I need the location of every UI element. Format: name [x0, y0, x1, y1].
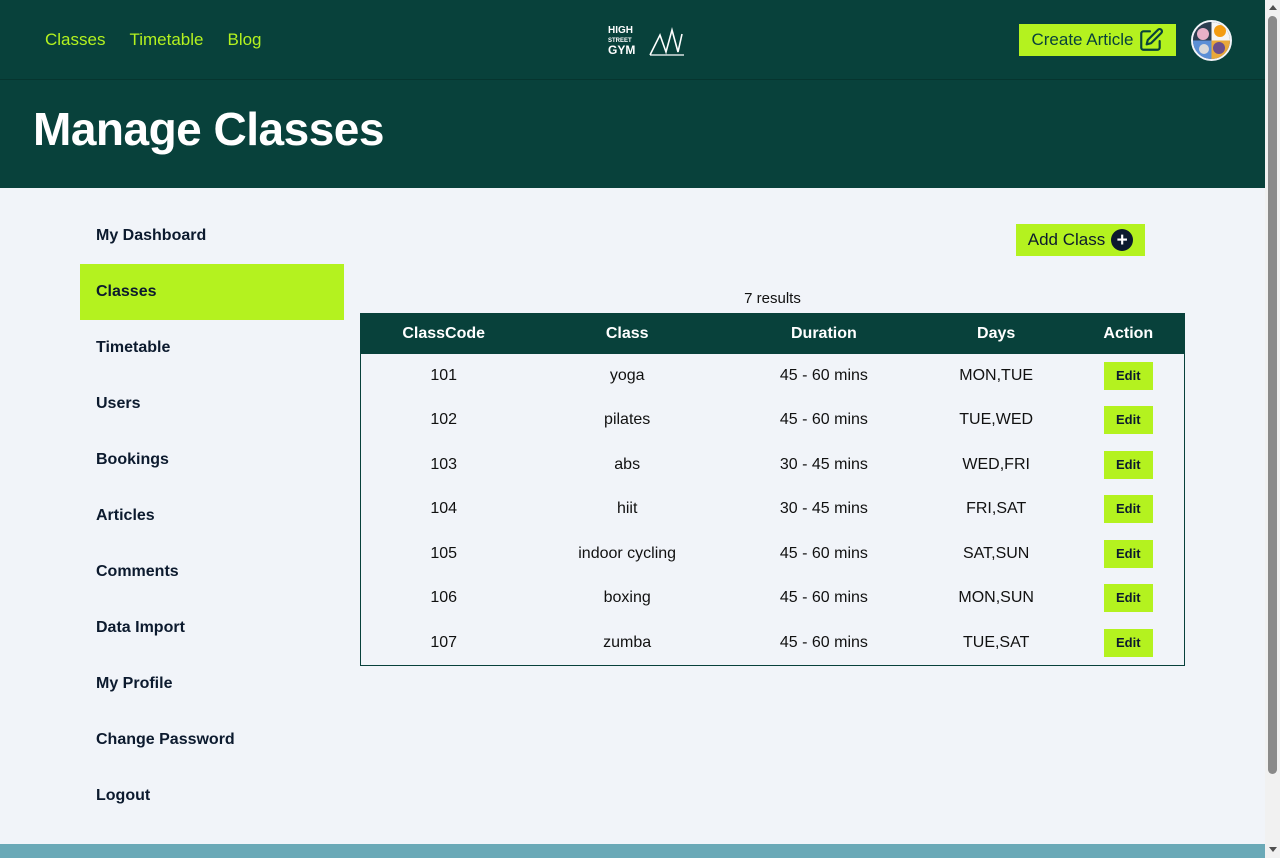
table-row: 103 abs 30 - 45 mins WED,FRI Edit: [361, 443, 1185, 488]
cell-action: Edit: [1073, 532, 1185, 577]
edit-button[interactable]: Edit: [1103, 628, 1153, 657]
cell-classcode: 103: [430, 455, 458, 473]
table-row: 104 hiit 30 - 45 mins FRI,SAT Edit: [361, 487, 1185, 532]
add-class-button[interactable]: Add Class +: [1016, 224, 1145, 256]
cell-days: TUE,SAT: [962, 633, 1030, 651]
sidebar-item-timetable[interactable]: Timetable: [80, 320, 344, 376]
cell-duration: 45 - 60 mins: [779, 411, 868, 429]
edit-square-icon: [1139, 28, 1163, 51]
results-count: 7 results: [744, 290, 801, 307]
scrollbar-thumb[interactable]: [1268, 16, 1277, 774]
column-header-duration: Duration: [728, 313, 920, 354]
cell-classcode: 102: [430, 411, 458, 429]
cell-days: TUE,WED: [959, 411, 1034, 429]
create-article-label: Create Article: [1031, 30, 1134, 49]
column-header-action: Action: [1072, 313, 1185, 354]
cell-duration: 30 - 45 mins: [779, 500, 868, 518]
page-scrollbar[interactable]: [1265, 0, 1280, 858]
nav-link-timetable[interactable]: Timetable: [129, 30, 203, 50]
main-nav: Classes Timetable Blog: [45, 30, 262, 50]
cell-days: MON,SUN: [958, 589, 1034, 607]
logo-text-high: HIGH: [608, 25, 633, 36]
sidebar-item-my-profile[interactable]: My Profile: [80, 656, 344, 712]
edit-button[interactable]: Edit: [1103, 539, 1153, 568]
sidebar-item-logout[interactable]: Logout: [80, 768, 344, 824]
edit-button[interactable]: Edit: [1103, 450, 1153, 479]
scroll-down-arrow-icon[interactable]: [1269, 847, 1277, 852]
cell-class: yoga: [609, 366, 645, 384]
edit-button[interactable]: Edit: [1103, 584, 1153, 613]
cell-class: zumba: [603, 633, 652, 651]
sidebar-item-articles[interactable]: Articles: [80, 488, 344, 544]
cell-classcode: 105: [430, 544, 458, 562]
cell-action: Edit: [1073, 354, 1185, 399]
cell-classcode: 104: [430, 500, 458, 518]
cell-classcode: 101: [430, 366, 458, 384]
cell-days: MON,TUE: [959, 366, 1034, 384]
cell-days: SAT,SUN: [962, 544, 1030, 562]
table-row: 102 pilates 45 - 60 mins TUE,WED Edit: [361, 398, 1185, 443]
cell-duration: 45 - 60 mins: [779, 366, 868, 384]
cell-class: pilates: [604, 411, 651, 429]
table-row: 107 zumba 45 - 60 mins TUE,SAT Edit: [361, 621, 1185, 666]
page-header: Manage Classes: [0, 80, 1265, 188]
cell-action: Edit: [1073, 487, 1185, 532]
cell-classcode: 106: [430, 589, 458, 607]
table-row: 101 yoga 45 - 60 mins MON,TUE Edit: [361, 354, 1185, 399]
cell-action: Edit: [1073, 576, 1185, 621]
table-row: 105 indoor cycling 45 - 60 mins SAT,SUN …: [361, 532, 1185, 577]
cell-days: FRI,SAT: [966, 500, 1027, 518]
plus-circle-icon: +: [1111, 229, 1134, 251]
cell-duration: 30 - 45 mins: [779, 455, 868, 473]
sidebar-item-comments[interactable]: Comments: [80, 544, 344, 600]
add-class-label: Add Class: [1027, 230, 1106, 249]
cell-duration: 45 - 60 mins: [779, 633, 868, 651]
page-title: Manage Classes: [33, 103, 384, 155]
edit-button[interactable]: Edit: [1103, 361, 1153, 390]
column-header-class: Class: [526, 313, 729, 354]
logo-text-gym: GYM: [608, 43, 635, 57]
cell-action: Edit: [1073, 621, 1185, 666]
sidebar-item-change-password[interactable]: Change Password: [80, 712, 344, 768]
cell-class: boxing: [603, 589, 651, 607]
sidebar-item-my-dashboard[interactable]: My Dashboard: [80, 208, 344, 264]
column-header-days: Days: [919, 313, 1073, 354]
sidebar-item-classes[interactable]: Classes: [80, 264, 344, 320]
cell-class: indoor cycling: [578, 544, 677, 562]
edit-button[interactable]: Edit: [1103, 406, 1153, 435]
edit-button[interactable]: Edit: [1103, 495, 1153, 524]
avatar-image-icon: [1193, 22, 1230, 59]
footer-strip: [0, 844, 1265, 858]
gym-logo[interactable]: HIGH STREET GYM: [606, 22, 686, 58]
cell-days: WED,FRI: [962, 455, 1030, 473]
nav-link-blog[interactable]: Blog: [227, 30, 261, 50]
create-article-button[interactable]: Create Article: [1019, 24, 1176, 56]
cell-class: abs: [614, 455, 641, 473]
cell-duration: 45 - 60 mins: [779, 589, 868, 607]
sidebar: My Dashboard Classes Timetable Users Boo…: [80, 208, 344, 824]
top-navbar: Classes Timetable Blog HIGH STREET GYM C…: [0, 0, 1265, 80]
cell-action: Edit: [1073, 398, 1185, 443]
sidebar-item-bookings[interactable]: Bookings: [80, 432, 344, 488]
table-row: 106 boxing 45 - 60 mins MON,SUN Edit: [361, 576, 1185, 621]
nav-link-classes[interactable]: Classes: [45, 30, 105, 50]
sidebar-item-users[interactable]: Users: [80, 376, 344, 432]
scroll-up-arrow-icon[interactable]: [1269, 5, 1277, 10]
user-avatar[interactable]: [1191, 20, 1232, 61]
classes-table: ClassCode Class Duration Days Action 101…: [360, 313, 1185, 666]
cell-class: hiit: [616, 500, 638, 518]
cell-action: Edit: [1073, 443, 1185, 488]
table-header-row: ClassCode Class Duration Days Action: [360, 313, 1185, 354]
cell-duration: 45 - 60 mins: [779, 544, 868, 562]
cell-classcode: 107: [430, 633, 458, 651]
column-header-classcode: ClassCode: [360, 313, 527, 354]
sidebar-item-data-import[interactable]: Data Import: [80, 600, 344, 656]
